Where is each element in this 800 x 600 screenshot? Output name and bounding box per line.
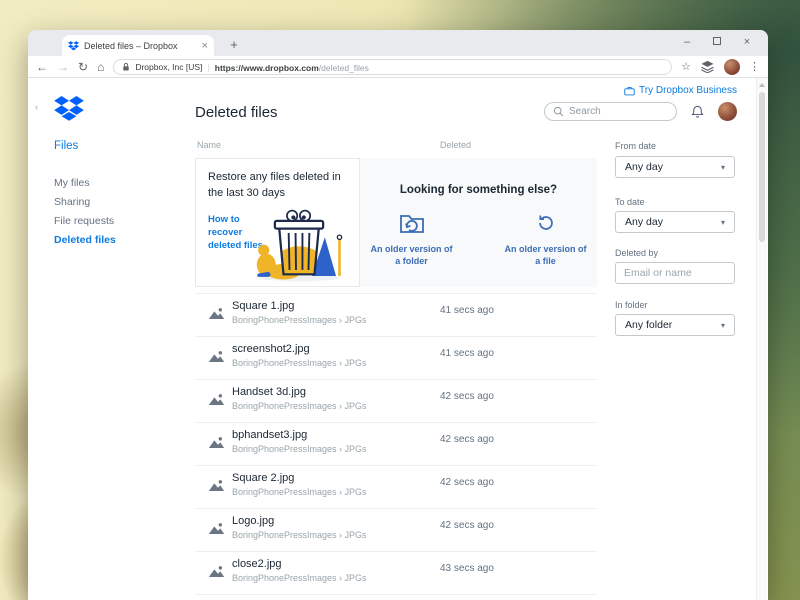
to-date-select[interactable]: Any day▾ bbox=[615, 211, 735, 233]
looking-for-card: Looking for something else? An older ver… bbox=[360, 158, 597, 287]
sidebar-collapse-icon[interactable]: ‹ bbox=[35, 102, 38, 112]
in-folder-select[interactable]: Any folder▾ bbox=[615, 314, 735, 336]
sidebar-item-my-files[interactable]: My files bbox=[54, 177, 90, 189]
reload-icon[interactable]: ↻ bbox=[78, 60, 88, 74]
file-row[interactable]: Square 2.jpgBoringPhonePressImages › JPG… bbox=[195, 466, 597, 509]
file-row[interactable]: close2.jpgBoringPhonePressImages › JPGs4… bbox=[195, 552, 597, 595]
image-file-icon bbox=[208, 350, 225, 363]
new-tab-button[interactable]: + bbox=[224, 37, 244, 52]
search-input[interactable] bbox=[569, 106, 659, 117]
search-icon bbox=[553, 106, 564, 117]
file-row[interactable]: Square 1.jpgBoringPhonePressImages › JPG… bbox=[195, 294, 597, 337]
browser-navbar: ← → ↻ ⌂ Dropbox, Inc [US] | https://www.… bbox=[28, 56, 768, 78]
restore-info-card: Restore any files deleted in the last 30… bbox=[195, 158, 360, 287]
url-path: /deleted_files bbox=[319, 63, 369, 73]
from-date-select[interactable]: Any day▾ bbox=[615, 156, 735, 178]
url-bar[interactable]: Dropbox, Inc [US] | https://www.dropbox.… bbox=[113, 59, 672, 75]
folder-restore-icon bbox=[399, 212, 425, 234]
looking-title: Looking for something else? bbox=[400, 184, 557, 196]
minimize-button[interactable]: – bbox=[672, 30, 702, 56]
deleted-by-label: Deleted by bbox=[615, 248, 658, 258]
bell-icon[interactable] bbox=[690, 104, 705, 120]
sidebar-section-files[interactable]: Files bbox=[54, 140, 78, 152]
dropbox-page: ‹ Files My files Sharing File requests D… bbox=[28, 78, 768, 600]
sidebar-item-deleted-files[interactable]: Deleted files bbox=[54, 234, 116, 246]
deleted-by-input[interactable] bbox=[615, 262, 735, 284]
image-file-icon bbox=[208, 565, 225, 578]
home-icon[interactable]: ⌂ bbox=[97, 60, 104, 74]
column-header-deleted[interactable]: Deleted bbox=[440, 140, 471, 150]
page-title: Deleted files bbox=[195, 104, 278, 121]
deleted-files-list: Square 1.jpgBoringPhonePressImages › JPG… bbox=[195, 293, 597, 600]
chevron-down-icon: ▾ bbox=[721, 163, 725, 172]
tab-close-icon[interactable]: × bbox=[202, 40, 208, 52]
tab-title: Deleted files – Dropbox bbox=[84, 41, 197, 51]
close-button[interactable]: × bbox=[732, 30, 762, 56]
extension-layers-icon[interactable] bbox=[700, 60, 715, 73]
try-dropbox-business-link[interactable]: Try Dropbox Business bbox=[624, 85, 737, 96]
browser-menu-icon[interactable]: ⋮ bbox=[749, 60, 760, 73]
image-file-icon bbox=[208, 522, 225, 535]
scrollbar-thumb[interactable] bbox=[759, 92, 765, 242]
chevron-down-icon: ▾ bbox=[721, 218, 725, 227]
trash-can-illustration bbox=[243, 201, 355, 283]
older-version-file-option[interactable]: An older version of a file bbox=[505, 212, 587, 267]
in-folder-label: In folder bbox=[615, 300, 648, 310]
url-host: https://www.dropbox.com bbox=[215, 63, 319, 73]
dropbox-logo[interactable] bbox=[54, 96, 84, 122]
file-restore-icon bbox=[535, 212, 557, 234]
older-version-folder-option[interactable]: An older version of a folder bbox=[371, 212, 453, 267]
image-file-icon bbox=[208, 436, 225, 449]
file-row[interactable]: Handset 3d.jpgBoringPhonePressImages › J… bbox=[195, 380, 597, 423]
image-file-icon bbox=[208, 393, 225, 406]
file-row[interactable]: bphandset3.jpgBoringPhonePressImages › J… bbox=[195, 423, 597, 466]
forward-icon[interactable]: → bbox=[57, 60, 69, 74]
account-avatar[interactable] bbox=[718, 102, 737, 121]
image-file-icon bbox=[208, 307, 225, 320]
column-header-name[interactable]: Name bbox=[197, 140, 221, 150]
file-row[interactable]: screenshot2.jpgBoringPhonePressImages › … bbox=[195, 337, 597, 380]
file-row[interactable]: Logo.jpgBoringPhonePressImages › JPGs42 … bbox=[195, 509, 597, 552]
back-icon[interactable]: ← bbox=[36, 60, 48, 74]
to-date-label: To date bbox=[615, 197, 645, 207]
sidebar-item-sharing[interactable]: Sharing bbox=[54, 196, 90, 208]
file-row-partial[interactable]: Archive.jpg bbox=[195, 595, 597, 600]
browser-tab[interactable]: Deleted files – Dropbox × bbox=[62, 35, 214, 56]
security-badge: Dropbox, Inc [US] bbox=[135, 62, 202, 72]
chevron-down-icon: ▾ bbox=[721, 321, 725, 330]
briefcase-icon bbox=[624, 86, 635, 96]
bookmark-star-icon[interactable]: ☆ bbox=[681, 60, 691, 73]
search-box[interactable] bbox=[544, 102, 677, 121]
lock-icon bbox=[122, 62, 130, 72]
restore-title: Restore any files deleted in the last 30… bbox=[208, 170, 356, 202]
browser-titlebar: Deleted files – Dropbox × + – × bbox=[28, 30, 768, 56]
from-date-label: From date bbox=[615, 141, 656, 151]
scroll-up-icon[interactable] bbox=[759, 83, 765, 87]
image-file-icon bbox=[208, 479, 225, 492]
maximize-button[interactable] bbox=[702, 30, 732, 56]
browser-profile-avatar[interactable] bbox=[724, 59, 740, 75]
url-separator: | bbox=[207, 62, 209, 72]
sidebar-item-file-requests[interactable]: File requests bbox=[54, 215, 114, 227]
dropbox-favicon bbox=[68, 41, 79, 51]
browser-window: Deleted files – Dropbox × + – × ← → ↻ ⌂ … bbox=[28, 30, 768, 600]
page-scrollbar[interactable] bbox=[756, 78, 767, 600]
